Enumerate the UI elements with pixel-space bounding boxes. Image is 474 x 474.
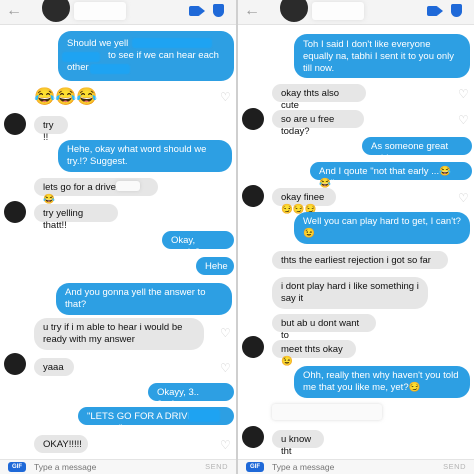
back-arrow-icon[interactable]: ← [6, 2, 22, 20]
message-incoming: okay finee😏😏😏 [272, 188, 336, 215]
redacted-text [90, 64, 130, 74]
heart-icon[interactable]: ♡ [458, 192, 470, 204]
message-incoming: thts the earliest rejection i got so far [272, 251, 448, 269]
redacted-text [62, 52, 100, 62]
message-input[interactable] [34, 461, 184, 473]
message-text: "LETS GO FOR A DRIVE [87, 411, 194, 422]
message-composer: GIF SEND [0, 459, 236, 474]
avatar [242, 336, 264, 358]
avatar [4, 113, 26, 135]
avatar [242, 185, 264, 207]
heart-icon[interactable]: ♡ [458, 114, 470, 126]
message-incoming: i dont play hard i like something i say … [272, 277, 428, 309]
message-outgoing: Toh I said I don't like everyone equally… [294, 34, 470, 78]
message-outgoing: Hehe, okay what word should we try.!? Su… [58, 140, 232, 172]
message-outgoing: Okayy, 3.. 2...1.... [148, 383, 234, 410]
message-incoming: u try if i m able to hear i would be rea… [34, 318, 204, 350]
message-composer: GIF SEND [238, 459, 474, 474]
avatar [242, 426, 264, 448]
message-incoming: yaaa [34, 358, 74, 376]
chat-header: ← [0, 0, 236, 25]
contact-avatar[interactable] [40, 0, 72, 24]
message-incoming: but ab u dont want to [272, 314, 376, 341]
send-button[interactable]: SEND [443, 462, 466, 471]
message-outgoing: Well you can play hard to get, I can't?😉 [294, 212, 470, 244]
message-incoming: so are u free today? [272, 110, 364, 137]
video-call-icon[interactable] [427, 6, 443, 16]
message-incoming: meet thts okay 😉 [272, 340, 356, 367]
avatar [4, 201, 26, 223]
message-outgoing: Ohh, really then why haven't you told me… [294, 366, 470, 398]
redacted-contact-name [74, 2, 126, 20]
message-incoming: try !! [34, 116, 68, 143]
message-outgoing: As someone great said. [362, 137, 472, 164]
send-button[interactable]: SEND [205, 462, 228, 471]
heart-icon[interactable]: ♡ [220, 439, 232, 451]
screenshot-collage: ← Should we yell to see if we can hear e… [0, 0, 474, 474]
shield-icon[interactable] [213, 4, 224, 17]
avatar [242, 108, 264, 130]
message-incoming: try yelling thatt!! [34, 204, 118, 231]
emoji-message: 😂😂😂 [34, 87, 98, 106]
message-incoming: okay thts also cute [272, 84, 366, 111]
message-outgoing: Hehe [196, 257, 234, 275]
video-call-icon[interactable] [189, 6, 205, 16]
right-chat-screen: ← Toh I said I don't like everyone equal… [238, 0, 474, 474]
redacted-message [272, 404, 382, 420]
heart-icon[interactable]: ♡ [220, 91, 232, 103]
redacted-text [116, 181, 140, 191]
redacted-text [188, 409, 220, 422]
redacted-text [132, 38, 212, 48]
redacted-contact-name [312, 2, 364, 20]
gif-button[interactable]: GIF [8, 462, 26, 472]
shield-icon[interactable] [451, 4, 462, 17]
message-incoming: OKAY!!!!! [34, 435, 88, 453]
message-outgoing: And I qoute "not that early ...😂😂" [310, 162, 472, 189]
contact-avatar[interactable] [278, 0, 310, 24]
message-text: lets go for a drive [43, 182, 116, 193]
heart-icon[interactable]: ♡ [458, 88, 470, 100]
back-arrow-icon[interactable]: ← [244, 2, 260, 20]
message-quote: " [119, 423, 123, 434]
message-outgoing: Okay, ready? [162, 231, 234, 258]
heart-icon[interactable]: ♡ [220, 362, 232, 374]
message-input[interactable] [272, 461, 422, 473]
gif-button[interactable]: GIF [246, 462, 264, 472]
left-chat-screen: ← Should we yell to see if we can hear e… [0, 0, 236, 474]
chat-header: ← [238, 0, 474, 25]
message-outgoing: And you gonna yell the answer to that? [56, 283, 232, 315]
heart-icon[interactable]: ♡ [220, 327, 232, 339]
avatar [4, 353, 26, 375]
message-incoming: u know tht [272, 430, 324, 457]
